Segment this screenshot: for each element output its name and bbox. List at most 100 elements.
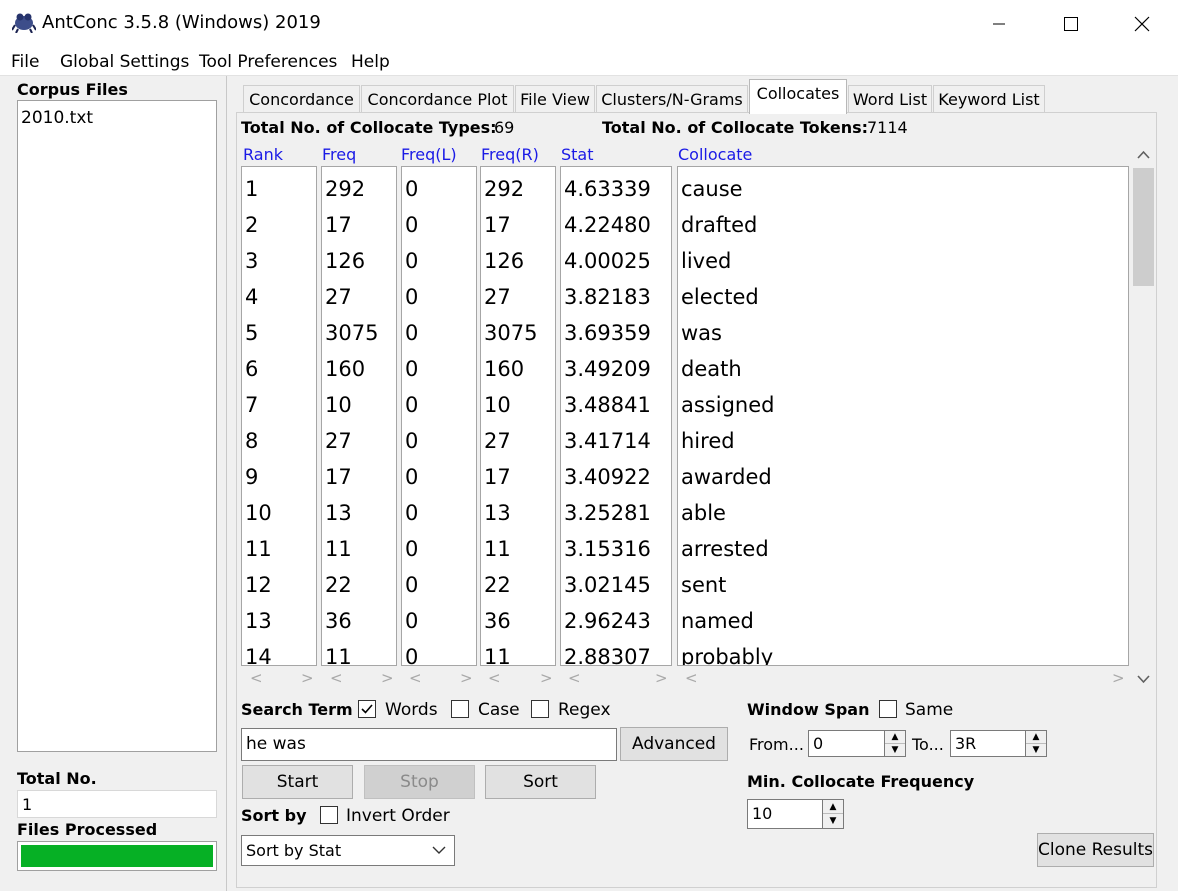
result-cell[interactable]: 6 [245, 357, 258, 381]
result-cell[interactable]: 11 [484, 645, 511, 665]
result-cell[interactable]: awarded [681, 465, 772, 489]
tab-collocates[interactable]: Collocates [749, 79, 847, 114]
result-cell[interactable]: 11 [325, 645, 352, 665]
minimize-button[interactable] [964, 0, 1034, 48]
scroll-right-arrow-icon[interactable]: > [540, 669, 553, 689]
result-cell[interactable]: 3.69359 [564, 321, 651, 345]
result-cell[interactable]: 0 [405, 573, 418, 597]
result-cell[interactable]: 5 [245, 321, 258, 345]
to-spinner[interactable]: ▲ ▼ [1025, 730, 1047, 757]
menu-tool-preferences[interactable]: Tool Preferences [199, 52, 337, 72]
result-cell[interactable]: assigned [681, 393, 774, 417]
result-cell[interactable]: 11 [484, 537, 511, 561]
column-header-freq-r[interactable]: Freq(R) [481, 145, 539, 164]
stop-button[interactable]: Stop [364, 765, 475, 799]
result-cell[interactable]: 3.25281 [564, 501, 651, 525]
min-frequency-spinner[interactable]: ▲ ▼ [822, 799, 844, 829]
column-header-rank[interactable]: Rank [243, 145, 283, 164]
result-cell[interactable]: cause [681, 177, 743, 201]
same-checkbox[interactable] [879, 700, 897, 718]
search-term-input[interactable]: he was [241, 728, 617, 761]
result-cell[interactable]: was [681, 321, 722, 345]
corpus-file-list[interactable]: 2010.txt [17, 100, 217, 752]
result-cell[interactable]: 22 [484, 573, 511, 597]
scroll-left-arrow-icon[interactable]: < [488, 669, 501, 689]
result-cell[interactable]: 3.15316 [564, 537, 651, 561]
result-cell[interactable]: 126 [484, 249, 524, 273]
results-vertical-scrollbar[interactable] [1131, 144, 1156, 692]
result-cell[interactable]: 13 [484, 501, 511, 525]
sort-button[interactable]: Sort [485, 765, 596, 799]
result-cell[interactable]: death [681, 357, 742, 381]
result-cell[interactable]: 4.63339 [564, 177, 651, 201]
start-button[interactable]: Start [242, 765, 353, 799]
result-cell[interactable]: 0 [405, 285, 418, 309]
freq-r-column-list[interactable]: 292 17 126 27 3075 160 10 27 17 13 11 22 36 11 [480, 166, 556, 666]
result-cell[interactable]: elected [681, 285, 759, 309]
result-cell[interactable]: arrested [681, 537, 769, 561]
spin-up-icon[interactable]: ▲ [1026, 731, 1046, 744]
result-cell[interactable]: 3.48841 [564, 393, 651, 417]
from-spinner[interactable]: ▲ ▼ [884, 730, 906, 757]
result-cell[interactable]: 0 [405, 645, 418, 665]
tab-keyword-list[interactable]: Keyword List [933, 85, 1045, 113]
result-cell[interactable]: 3.41714 [564, 429, 651, 453]
scroll-right-arrow-icon[interactable]: > [655, 669, 668, 689]
scroll-left-arrow-icon[interactable]: < [685, 669, 698, 689]
result-cell[interactable]: 0 [405, 537, 418, 561]
result-cell[interactable]: 2.88307 [564, 645, 651, 665]
tab-concordance-plot[interactable]: Concordance Plot [361, 85, 514, 113]
result-cell[interactable]: 12 [245, 573, 272, 597]
tab-word-list[interactable]: Word List [848, 85, 932, 113]
result-cell[interactable]: able [681, 501, 726, 525]
result-cell[interactable]: 9 [245, 465, 258, 489]
freq-column-list[interactable]: 292 17 126 27 3075 160 10 27 17 13 11 22 36 11 [321, 166, 397, 666]
result-cell[interactable]: 4.00025 [564, 249, 651, 273]
result-cell[interactable]: 22 [325, 573, 352, 597]
result-cell[interactable]: 292 [325, 177, 365, 201]
column-header-freq-l[interactable]: Freq(L) [401, 145, 457, 164]
result-cell[interactable]: 0 [405, 177, 418, 201]
result-cell[interactable]: 17 [484, 213, 511, 237]
result-cell[interactable]: 3075 [484, 321, 537, 345]
tab-file-view[interactable]: File View [515, 85, 595, 113]
result-cell[interactable]: 10 [484, 393, 511, 417]
menu-global-settings[interactable]: Global Settings [60, 52, 189, 72]
result-cell[interactable]: 4.22480 [564, 213, 651, 237]
maximize-button[interactable] [1036, 0, 1106, 48]
result-cell[interactable]: 3.40922 [564, 465, 651, 489]
result-cell[interactable]: 3.02145 [564, 573, 651, 597]
result-cell[interactable]: 10 [245, 501, 272, 525]
result-cell[interactable]: drafted [681, 213, 757, 237]
scroll-down-arrow-icon[interactable] [1137, 674, 1150, 684]
scroll-right-arrow-icon[interactable]: > [301, 669, 314, 689]
result-cell[interactable]: 3.82183 [564, 285, 651, 309]
result-cell[interactable]: 2 [245, 213, 258, 237]
result-cell[interactable]: 0 [405, 321, 418, 345]
collocate-column-list[interactable]: cause drafted lived elected was death assigned… [677, 166, 1129, 666]
result-cell[interactable]: 27 [325, 429, 352, 453]
result-cell[interactable]: 292 [484, 177, 524, 201]
advanced-button[interactable]: Advanced [620, 727, 728, 761]
result-cell[interactable]: 3075 [325, 321, 378, 345]
result-cell[interactable]: 2.96243 [564, 609, 651, 633]
result-cell[interactable]: 11 [245, 537, 272, 561]
scroll-right-arrow-icon[interactable]: > [1112, 669, 1125, 689]
result-cell[interactable]: hired [681, 429, 735, 453]
result-cell[interactable]: 4 [245, 285, 258, 309]
result-cell[interactable]: 10 [325, 393, 352, 417]
spin-down-icon[interactable]: ▼ [885, 744, 905, 757]
spin-down-icon[interactable]: ▼ [1026, 744, 1046, 757]
result-cell[interactable]: named [681, 609, 754, 633]
scroll-up-arrow-icon[interactable] [1137, 150, 1150, 160]
result-cell[interactable]: 0 [405, 465, 418, 489]
result-cell[interactable]: lived [681, 249, 731, 273]
scroll-right-arrow-icon[interactable]: > [460, 669, 473, 689]
result-cell[interactable]: 17 [325, 465, 352, 489]
menu-help[interactable]: Help [351, 52, 390, 72]
result-cell[interactable]: 0 [405, 393, 418, 417]
spin-down-icon[interactable]: ▼ [823, 814, 843, 828]
menu-file[interactable]: File [11, 52, 39, 72]
result-cell[interactable]: 0 [405, 429, 418, 453]
result-cell[interactable]: 160 [325, 357, 365, 381]
